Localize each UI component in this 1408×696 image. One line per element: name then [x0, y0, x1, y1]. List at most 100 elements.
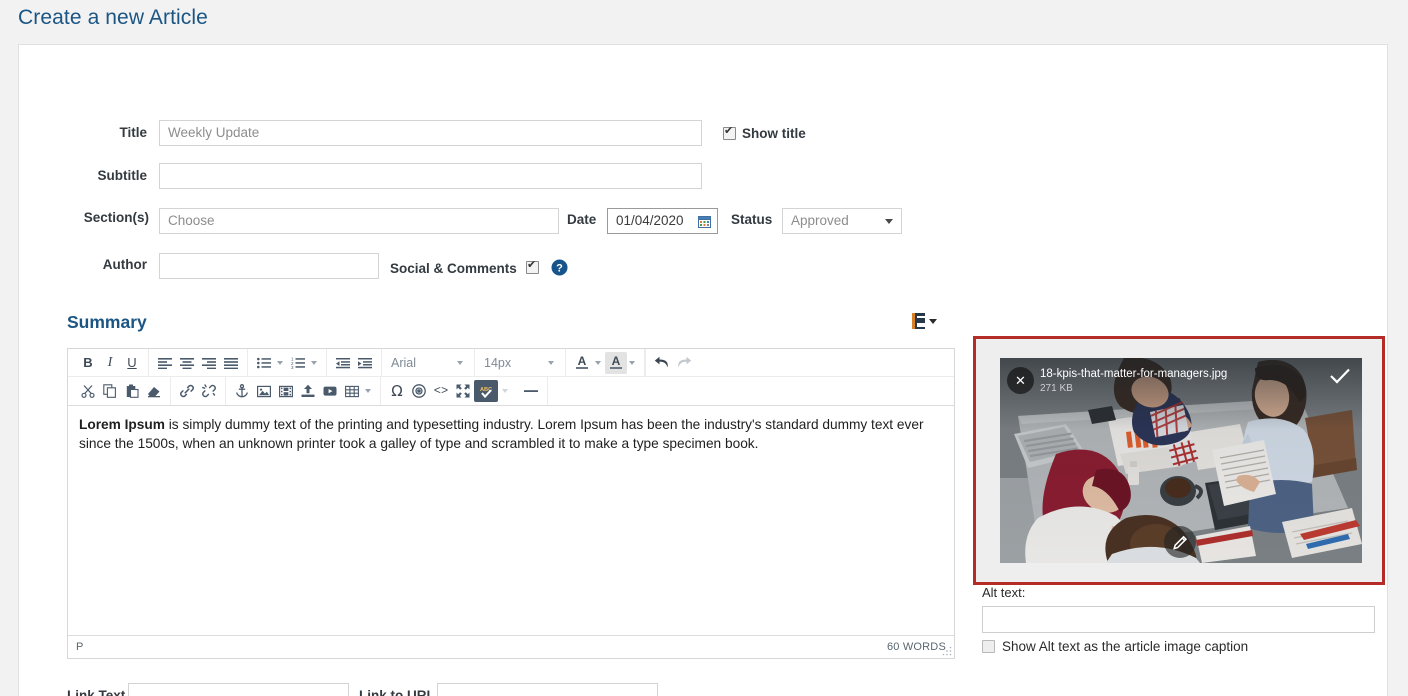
horizontal-rule-icon[interactable]: [520, 380, 542, 402]
background-color-button[interactable]: A: [605, 351, 627, 374]
chevron-down-icon: [548, 360, 554, 365]
eraser-icon[interactable]: [143, 380, 165, 402]
check-icon: [1330, 368, 1350, 384]
editor-toolbar-row-2: Ω <> ABC: [68, 377, 954, 405]
editor-content-area[interactable]: Lorem Ipsum is simply dummy text of the …: [68, 406, 954, 634]
chevron-down-icon[interactable]: [595, 360, 601, 365]
align-center-icon[interactable]: [176, 352, 198, 374]
history-group: [645, 349, 700, 376]
remove-image-button[interactable]: ✕: [1007, 367, 1034, 394]
word-count: 60 WORDS: [886, 641, 946, 653]
alt-caption-checkbox[interactable]: [982, 640, 995, 653]
outdent-icon[interactable]: [332, 352, 354, 374]
spellcheck-button[interactable]: ABC: [474, 380, 498, 402]
edit-image-button[interactable]: [1164, 526, 1196, 558]
alt-caption-checkbox-row[interactable]: Show Alt text as the article image capti…: [982, 639, 1248, 654]
pencil-icon: [1172, 535, 1187, 550]
link-icon[interactable]: [176, 380, 198, 402]
link-text-label: Link Text: [67, 688, 126, 696]
paste-icon[interactable]: [121, 380, 143, 402]
alt-text-label: Alt text:: [982, 585, 1026, 600]
font-family-select[interactable]: Arial: [387, 356, 469, 370]
alt-text-input[interactable]: [982, 606, 1375, 633]
align-right-icon[interactable]: [198, 352, 220, 374]
question-circle-icon[interactable]: ?: [551, 259, 568, 281]
unlink-icon[interactable]: [198, 380, 220, 402]
text-color-button[interactable]: A: [571, 352, 593, 374]
insert-group: [226, 377, 381, 405]
status-select[interactable]: Approved: [782, 208, 902, 234]
video-icon[interactable]: [319, 380, 341, 402]
image-file-size: 271 KB: [1040, 383, 1073, 394]
chevron-down-icon[interactable]: [629, 360, 635, 365]
font-size-select[interactable]: 14px: [480, 356, 560, 370]
sections-label: Section(s): [83, 210, 149, 225]
underline-button[interactable]: U: [121, 352, 143, 374]
title-input[interactable]: Weekly Update: [159, 120, 702, 146]
chevron-down-icon[interactable]: [502, 389, 508, 393]
scissors-icon[interactable]: [77, 380, 99, 402]
align-left-icon[interactable]: [154, 352, 176, 374]
article-image-panel: ✕ 18-kpis-that-matter-for-managers.jpg 2…: [973, 336, 1385, 585]
numbered-list-icon[interactable]: 123: [287, 352, 309, 374]
link-url-input[interactable]: [437, 683, 658, 696]
image-icon[interactable]: [253, 380, 275, 402]
svg-text:?: ?: [556, 262, 563, 274]
summary-menu-button[interactable]: [912, 313, 937, 329]
undo-icon[interactable]: [651, 352, 673, 374]
link-text-input[interactable]: [128, 683, 349, 696]
author-input[interactable]: [159, 253, 379, 279]
copy-icon[interactable]: [99, 380, 121, 402]
chevron-down-icon[interactable]: [277, 360, 283, 365]
summary-rich-text-editor: B I U 1 2 3 Arial 14px A A Ω <> ABC Lore…: [67, 348, 955, 659]
expand-icon[interactable]: [452, 380, 474, 402]
align-justify-icon[interactable]: [220, 352, 242, 374]
bulleted-list-icon[interactable]: [253, 352, 275, 374]
italic-button[interactable]: I: [99, 352, 121, 374]
chevron-down-icon[interactable]: [311, 360, 317, 365]
show-title-label: Show title: [742, 126, 806, 141]
chevron-down-icon: [457, 360, 463, 365]
title-input-value: Weekly Update: [168, 125, 260, 141]
show-title-checkbox[interactable]: [723, 125, 736, 140]
redo-icon[interactable]: [673, 352, 695, 374]
target-icon[interactable]: [408, 380, 430, 402]
calendar-icon[interactable]: [697, 215, 711, 228]
page-title: Create a new Article: [18, 6, 208, 29]
anchor-icon[interactable]: [231, 380, 253, 402]
svg-text:3: 3: [291, 364, 294, 368]
code-icon[interactable]: <>: [430, 380, 452, 402]
date-input[interactable]: 01/04/2020: [607, 208, 718, 234]
resize-grip[interactable]: [942, 646, 952, 656]
bold-button[interactable]: B: [77, 352, 99, 374]
color-group: A A: [566, 349, 645, 376]
link-url-label: Link to URL: [359, 688, 435, 696]
chevron-down-icon[interactable]: [365, 389, 371, 393]
editor-paragraph: Lorem Ipsum is simply dummy text of the …: [79, 416, 943, 454]
editor-body-text: is simply dummy text of the printing and…: [79, 417, 924, 451]
omega-icon[interactable]: Ω: [386, 380, 408, 402]
author-label: Author: [102, 257, 147, 272]
app-root: Create a new Article Title Weekly Update…: [0, 0, 1408, 696]
article-form-panel: Title Weekly Update Show title Subtitle …: [18, 44, 1388, 696]
table-icon[interactable]: [341, 380, 363, 402]
alt-caption-label: Show Alt text as the article image capti…: [1002, 639, 1249, 654]
image-file-name: 18-kpis-that-matter-for-managers.jpg: [1040, 368, 1228, 380]
show-title-checkbox-row[interactable]: Show title: [723, 125, 806, 141]
summary-heading: Summary: [67, 312, 147, 332]
element-path: P: [76, 641, 84, 653]
upload-icon[interactable]: [297, 380, 319, 402]
confirm-upload-button[interactable]: [1330, 368, 1350, 389]
editor-toolbar: B I U 1 2 3 Arial 14px A A Ω <> ABC: [68, 349, 954, 406]
indent-icon[interactable]: [354, 352, 376, 374]
image-preview[interactable]: ✕ 18-kpis-that-matter-for-managers.jpg 2…: [1000, 358, 1362, 563]
chevron-down-icon: [885, 218, 893, 224]
date-label: Date: [567, 212, 597, 227]
social-comments-checkbox[interactable]: [526, 259, 539, 274]
indent-group: [327, 349, 382, 376]
title-label: Title: [119, 125, 147, 140]
font-size-group: 14px: [475, 349, 566, 376]
film-icon[interactable]: [275, 380, 297, 402]
sections-input[interactable]: Choose: [159, 208, 559, 234]
subtitle-input[interactable]: [159, 163, 702, 189]
